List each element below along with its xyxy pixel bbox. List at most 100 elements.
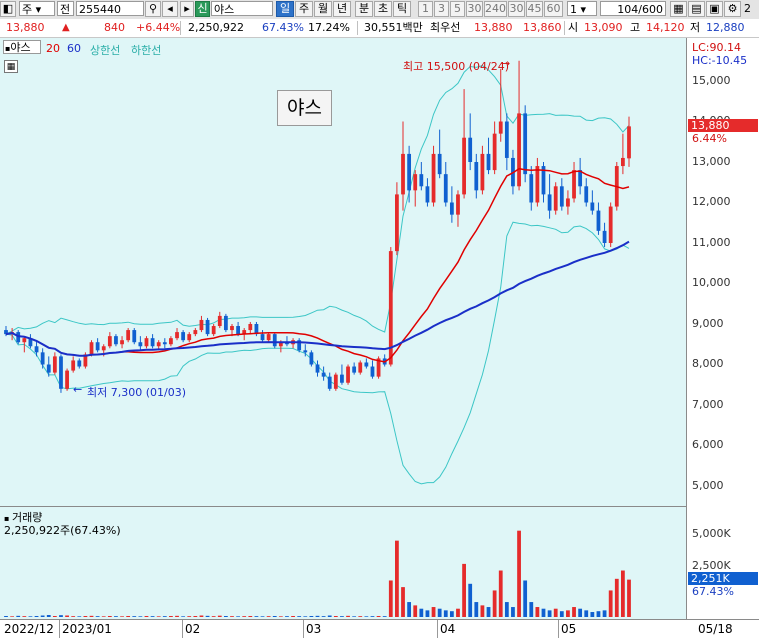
candle-body: [107, 336, 112, 347]
volume-bar: [46, 615, 51, 617]
volume-pane-value: 2,250,922주(67.43%): [4, 524, 121, 537]
hc-label: HC:-10.45: [692, 54, 748, 67]
candle: [297, 338, 302, 353]
volume-bar: [236, 616, 240, 617]
candle-body: [126, 330, 131, 341]
volume-bar: [602, 610, 607, 617]
current-pct-tag: 6.44%: [692, 132, 727, 145]
volume-bar: [541, 608, 546, 617]
candle-body: [260, 334, 265, 341]
y-tick: 15,000: [692, 74, 731, 87]
candle: [114, 334, 118, 347]
volume-bar: [382, 616, 387, 617]
volume-bar: [83, 616, 88, 617]
candle-body: [321, 372, 326, 377]
candle: [138, 336, 143, 351]
table-icon[interactable]: ▦: [4, 60, 18, 73]
volume-bar: [498, 570, 503, 617]
volume-bar: [107, 616, 112, 617]
x-axis: 2022/12 2023/01 02 03 04 05 05/18: [0, 619, 759, 638]
candle-body: [425, 186, 430, 203]
candle: [346, 364, 350, 385]
candle: [456, 190, 460, 227]
volume-bar: [437, 608, 442, 617]
volume-bar: [352, 616, 357, 617]
candle: [321, 366, 326, 381]
current-volume-pct: 67.43%: [692, 585, 734, 598]
volume-bar: [260, 616, 265, 617]
candle-body: [89, 342, 94, 355]
legend-stock-button[interactable]: ▪야스: [3, 40, 41, 54]
candle-body: [40, 352, 45, 365]
volume-bar: [59, 615, 63, 617]
candle-body: [266, 334, 271, 341]
volume-bar: [535, 607, 540, 617]
y-tick: 7,000: [692, 398, 724, 411]
candle-body: [535, 166, 540, 203]
candle-body: [22, 338, 27, 343]
volume-bar: [413, 605, 418, 617]
candle-body: [474, 162, 479, 191]
candle-body: [437, 153, 442, 175]
candle-body: [114, 336, 118, 345]
volume-bar: [223, 616, 228, 617]
volume-bar: [65, 615, 69, 617]
volume-bar: [620, 570, 625, 617]
candle: [187, 332, 192, 343]
candle-body: [627, 126, 631, 159]
volume-bar: [126, 616, 131, 617]
candle-body: [101, 346, 106, 351]
legend-ma20: 20: [46, 42, 60, 55]
candle-body: [608, 206, 613, 243]
candle-body: [175, 332, 179, 339]
candle-body: [401, 153, 405, 195]
volume-bar: [303, 616, 308, 617]
volume-bar: [114, 616, 118, 617]
candle-body: [199, 319, 204, 331]
x-tick-label: 05: [561, 622, 577, 636]
candle-body: [364, 362, 369, 367]
candle-body: [370, 366, 375, 377]
volume-bar: [388, 580, 393, 617]
stock-title-box: 야스: [277, 90, 332, 126]
candle: [260, 330, 265, 343]
y-tick: 5,000: [692, 479, 724, 492]
candle: [193, 328, 198, 337]
candle-body: [34, 346, 39, 353]
candle-body: [327, 376, 332, 389]
volume-bar: [627, 579, 631, 617]
lower-band-line: [5, 221, 630, 485]
candle-body: [120, 340, 124, 345]
y-tick: 8,000: [692, 357, 724, 370]
y-tick: 6,000: [692, 438, 724, 451]
vol-y-tick: 2,500K: [692, 559, 731, 572]
candle: [535, 157, 540, 207]
candle-body: [358, 362, 363, 373]
candle-body: [46, 364, 51, 373]
candle: [584, 178, 589, 207]
candle-body: [223, 315, 228, 331]
candle-body: [303, 350, 308, 353]
volume-bar: [40, 615, 45, 617]
x-tick-label: 03: [306, 622, 322, 636]
volume-bar: [608, 590, 613, 617]
volume-bar: [315, 615, 320, 617]
volume-bar: [217, 615, 222, 617]
volume-bar: [285, 616, 289, 617]
candle-body: [590, 202, 595, 211]
candle-body: [413, 174, 418, 191]
candle-body: [620, 157, 625, 167]
volume-bar: [425, 610, 430, 617]
candle-body: [480, 153, 485, 191]
candle-body: [566, 198, 570, 207]
x-tick-label: 04: [440, 622, 456, 636]
volume-bar: [547, 610, 552, 617]
volume-bar: [181, 616, 186, 617]
candle: [217, 311, 222, 329]
candle-body: [498, 121, 503, 134]
volume-bar: [407, 602, 412, 617]
low-annotation-arrow: ←: [73, 383, 83, 396]
volume-bar: [175, 615, 179, 617]
volume-bar: [333, 616, 338, 617]
x-tick-label: 2022/12: [4, 622, 54, 636]
